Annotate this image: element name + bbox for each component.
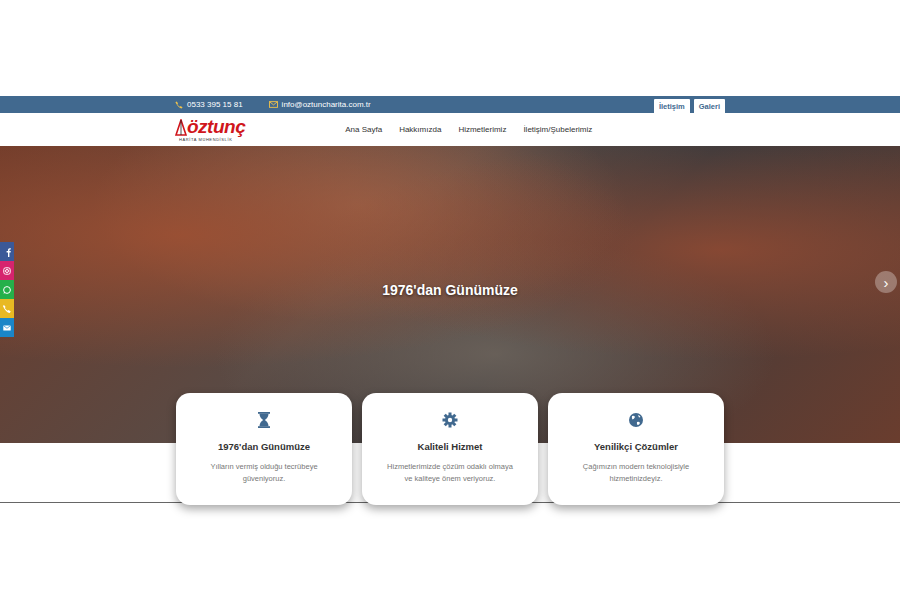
card-text: Hizmetlerimizde çözüm odaklı olmaya ve k… (384, 461, 516, 484)
social-link[interactable] (0, 280, 14, 299)
phone-icon (2, 304, 12, 314)
hero-title: 1976'dan Günümüze (382, 282, 518, 298)
email-address: info@oztuncharita.com.tr (282, 100, 371, 109)
nav-inner: öztunçHARİTA MÜHENDİSLİK Ana Sayfa Hakkımı… (175, 113, 725, 146)
social-link[interactable] (0, 318, 14, 337)
logo-row: öztunç (175, 117, 245, 136)
social-link[interactable] (0, 299, 14, 318)
feature-cards: 1976'dan Günümüze Yılların vermiş olduğu … (176, 393, 724, 505)
card-title: 1976'dan Günümüze (218, 441, 310, 452)
logo[interactable]: öztunçHARİTA MÜHENDİSLİK (175, 117, 245, 142)
phone-number: 0533 395 15 81 (187, 100, 243, 109)
card-title: Yenilikçi Çözümler (594, 441, 678, 452)
whatsapp-icon (2, 285, 12, 295)
top-spacer (0, 0, 900, 96)
social-link[interactable] (0, 242, 14, 261)
features-section: 1976'dan Günümüze Yılların vermiş olduğu … (0, 443, 900, 503)
gear-icon (442, 411, 458, 429)
next-slide-button[interactable]: › (875, 271, 897, 293)
compass-icon (175, 119, 187, 136)
top-button[interactable]: İletişim (654, 99, 690, 113)
top-bar: 0533 395 15 81 info@oztuncharita.com.tr İl… (0, 96, 900, 113)
feature-card: Kaliteli Hizmet Hizmetlerimizde çözüm oda… (362, 393, 538, 505)
main-menu: Ana Sayfa Hakkımızda Hizmetlerimiz İletişim… (345, 125, 592, 134)
hourglass-icon (256, 411, 272, 429)
contact-info: 0533 395 15 81 info@oztuncharita.com.tr (175, 100, 371, 109)
card-title: Kaliteli Hizmet (418, 441, 483, 452)
logo-subtitle: HARİTA MÜHENDİSLİK (179, 137, 245, 142)
social-sidebar (0, 242, 14, 337)
social-link[interactable] (0, 261, 14, 280)
menu-item[interactable]: İletişim/Şubelerimiz (523, 125, 592, 134)
phone-link[interactable]: 0533 395 15 81 (175, 100, 243, 109)
envelope-icon (269, 101, 278, 108)
top-button[interactable]: Galeri (694, 99, 725, 113)
top-buttons: İletişim Galeri (654, 99, 725, 113)
mail-icon (2, 323, 12, 333)
logo-name: öztunç (187, 117, 245, 136)
nav-bar: öztunçHARİTA MÜHENDİSLİK Ana Sayfa Hakkımı… (0, 113, 900, 146)
instagram-icon (2, 266, 12, 276)
card-text: Yılların vermiş olduğu tecrübeye güveniy… (198, 461, 330, 484)
feature-card: 1976'dan Günümüze Yılların vermiş olduğu … (176, 393, 352, 505)
feature-card: Yenilikçi Çözümler Çağımızın modern tekno… (548, 393, 724, 505)
top-bar-inner: 0533 395 15 81 info@oztuncharita.com.tr İl… (175, 96, 725, 113)
email-link[interactable]: info@oztuncharita.com.tr (269, 100, 371, 109)
menu-item[interactable]: Ana Sayfa (345, 125, 382, 134)
menu-item[interactable]: Hakkımızda (399, 125, 441, 134)
menu-item[interactable]: Hizmetlerimiz (458, 125, 506, 134)
globe-icon (628, 411, 644, 429)
facebook-icon (2, 247, 12, 257)
card-text: Çağımızın modern teknolojisiyle hizmetin… (570, 461, 702, 484)
phone-icon (175, 101, 183, 109)
